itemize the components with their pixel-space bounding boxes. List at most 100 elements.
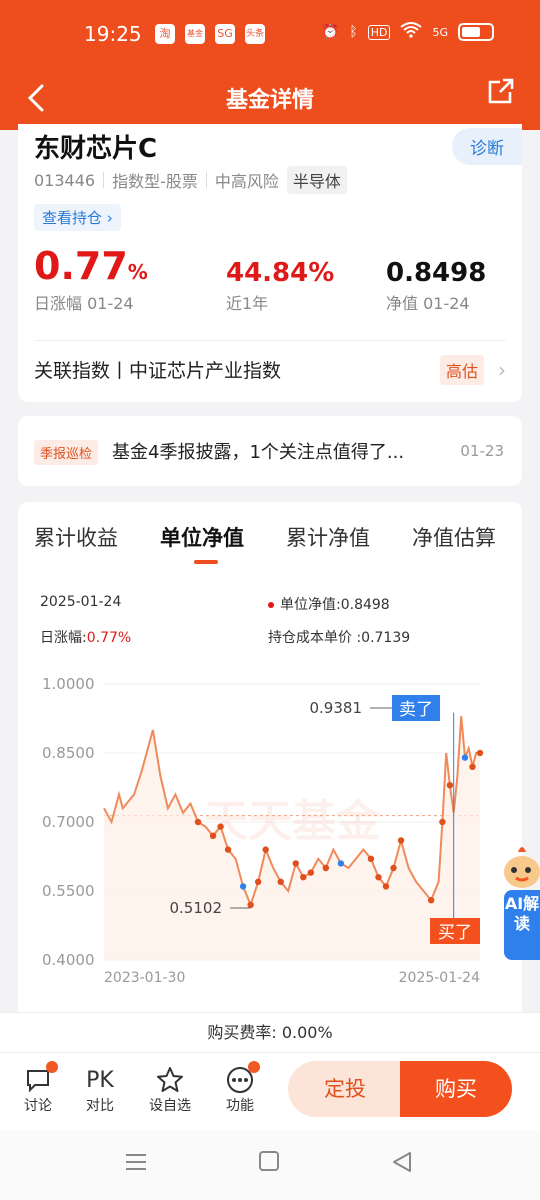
chart-card: 累计收益 单位净值 累计净值 净值估算 2025-01-24 单位净值:0.84… [18,502,522,1022]
status-app-icons: 淘 基金 SG 头条 [155,24,265,44]
toutiao-app-icon: 头条 [245,24,265,44]
trade-marker [322,864,330,872]
y-tick-label: 0.8500 [42,744,95,762]
add-watchlist-button[interactable]: 设自选 [140,1065,200,1115]
buy-button[interactable]: 购买 [400,1061,512,1117]
year-return-value: 44.84% [226,258,335,288]
wifi-icon [400,22,423,42]
status-time: 19:25 [84,22,142,46]
share-icon[interactable] [486,76,516,110]
x-tick-label: 2025-01-24 [399,970,480,986]
fund-code: 013446 [34,170,96,190]
trade-marker [254,878,262,885]
alarm-icon: ⏰ [321,24,340,40]
fund-name: 东财芯片C [34,134,158,164]
daily-change-value: 0.77% [34,244,148,288]
system-nav-bar [0,1130,540,1200]
bluetooth-icon: ᛒ [349,24,358,40]
bottom-action-bar: 讨论 PK 对比 设自选 功能 定投 购买 [0,1052,540,1130]
min-value-label: 0.5102 [170,899,223,917]
related-index-label: 关联指数丨中证芯片产业指数 [34,360,282,382]
page-title: 基金详情 [225,88,314,113]
trade-marker [262,846,269,853]
fund-app-icon: 基金 [185,24,205,44]
trade-marker [397,837,405,844]
home-icon[interactable] [258,1150,280,1176]
purchase-fee: 购买费率: 0.00% [0,1012,540,1052]
trade-marker [300,874,307,881]
y-tick-label: 0.4000 [42,951,95,969]
sip-button[interactable]: 定投 [288,1061,402,1117]
diagnose-button[interactable]: 诊断 [452,128,522,165]
chat-bubble-icon [8,1061,68,1095]
year-return-stat: 44.84% 近1年 [226,258,334,314]
news-headline: 基金4季报披露，1个关注点值得了... [112,442,405,463]
max-value-label: 0.9381 [310,699,363,717]
nav-line-chart[interactable]: 1.0000 0.8500 0.7000 0.5500 0.4000 2023-01-30… [18,502,522,1012]
view-holdings-link[interactable]: 查看持仓 › [34,204,121,231]
menu-icon[interactable] [124,1150,148,1178]
hd-icon: HD [367,24,391,40]
nav-label: 净值 01-24 [386,294,470,313]
trade-marker [461,754,469,761]
watchlist-label: 设自选 [149,1098,191,1114]
nav-value: 0.8498 [386,258,487,288]
ai-interpret-button[interactable]: AI解读 [504,890,540,960]
trade-marker [194,818,202,826]
trade-marker [247,901,254,908]
sg-app-icon: SG [215,24,235,44]
fund-type: 指数型-股票 [112,172,198,191]
year-return-label: 近1年 [226,294,269,313]
valuation-badge: 高估 [439,354,484,385]
more-icon [210,1061,270,1095]
trade-marker [239,883,247,890]
ai-mascot-icon[interactable] [500,842,540,896]
function-button[interactable]: 功能 [210,1061,270,1115]
trade-marker [427,897,435,904]
fund-tags: 013446 指数型-股票 中高风险 半导体 [34,166,347,194]
back-nav-icon[interactable] [390,1150,414,1178]
trade-marker [209,832,217,839]
news-card[interactable]: 季报巡检 基金4季报披露，1个关注点值得了... 01-23 [18,416,522,486]
battery-icon [458,23,494,41]
buy-label: 买了 [438,923,472,943]
trade-marker [390,864,397,872]
news-date: 01-23 [460,442,504,460]
discuss-label: 讨论 [24,1098,52,1114]
y-tick-label: 0.7000 [42,813,95,831]
trade-marker [469,763,476,770]
news-badge: 季报巡检 [34,440,99,465]
nav-stat: 0.8498 净值 01-24 [386,258,486,314]
taobao-app-icon: 淘 [155,24,175,44]
related-index-row[interactable]: 关联指数丨中证芯片产业指数 高估 › [34,340,506,398]
trade-marker [277,878,284,885]
star-icon [140,1065,200,1095]
signal-icon: 5G [432,25,448,39]
y-tick-label: 0.5500 [42,882,95,900]
y-tick-label: 1.0000 [42,675,95,693]
notification-dot [46,1061,58,1073]
trade-marker [217,823,224,830]
fund-risk: 中高风险 [214,172,279,191]
trade-marker [224,846,232,853]
compare-label: 对比 [86,1098,114,1114]
discuss-button[interactable]: 讨论 [8,1061,68,1115]
trade-marker [439,818,446,826]
compare-button[interactable]: PK 对比 [70,1065,130,1115]
divider [103,172,105,188]
trade-marker [476,749,484,757]
trade-marker [292,860,299,867]
status-indicators: ⏰ ᛒ HD 5G [322,22,494,42]
trade-marker [375,874,382,881]
trade-marker [367,855,375,862]
sell-label: 卖了 [399,700,433,720]
chevron-right-icon: › [498,357,506,382]
daily-change-stat: 0.77% 日涨幅 01-24 [34,244,148,314]
fund-sector-chip: 半导体 [286,166,347,194]
function-label: 功能 [226,1098,254,1114]
trade-marker [382,883,390,890]
daily-change-label: 日涨幅 01-24 [34,294,134,313]
nav-bar: 基金详情 [0,70,540,130]
divider [205,172,207,188]
trade-marker [446,782,454,789]
